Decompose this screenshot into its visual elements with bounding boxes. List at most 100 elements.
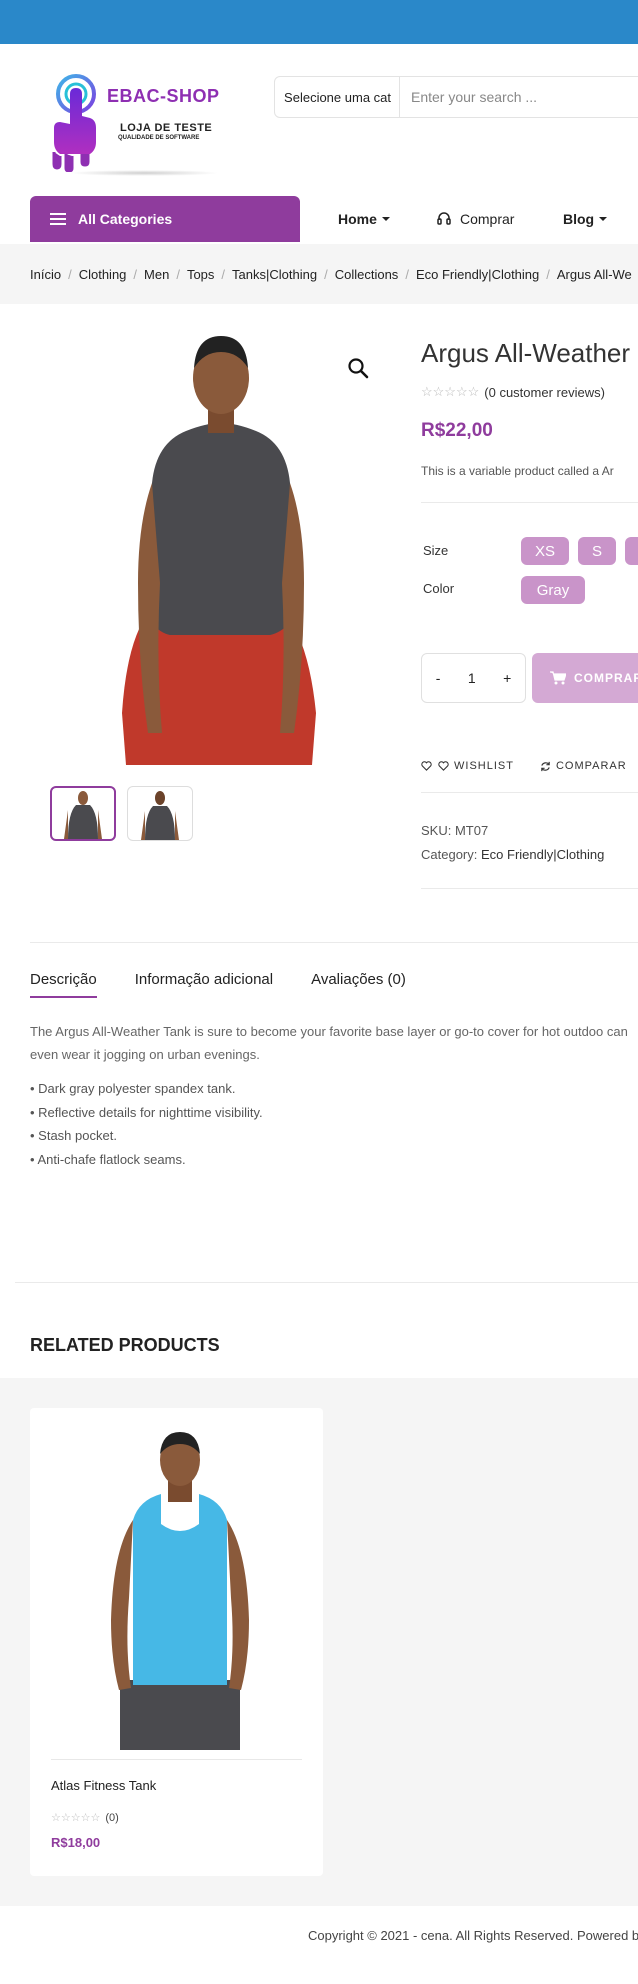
breadcrumb-separator: / bbox=[221, 266, 226, 282]
product-actions: WISHLIST COMPARAR bbox=[421, 760, 627, 772]
product-card[interactable]: Atlas Fitness Tank ☆☆☆☆☆ (0) R$18,00 bbox=[30, 1408, 323, 1876]
logo-tagline: QUALIDADE DE SOFTWARE bbox=[118, 135, 200, 141]
heart-icon bbox=[438, 761, 449, 771]
product-card-price: R$18,00 bbox=[51, 1835, 101, 1850]
footer-copyright: Copyright © 2021 - cena. All Rights Rese… bbox=[308, 1928, 638, 1943]
product-price: R$22,00 bbox=[421, 420, 493, 441]
qty-decrease-button[interactable]: - bbox=[436, 670, 441, 686]
product-card-image[interactable] bbox=[95, 1430, 265, 1750]
breadcrumb-separator: / bbox=[546, 266, 550, 282]
product-card-name[interactable]: Atlas Fitness Tank bbox=[51, 1778, 156, 1793]
product-thumbnail[interactable] bbox=[50, 786, 116, 841]
size-option-more[interactable] bbox=[625, 537, 638, 565]
nav-home[interactable]: Home bbox=[338, 196, 390, 242]
product-title: Argus All-Weather bbox=[421, 338, 631, 368]
thumbnail-image bbox=[64, 791, 102, 839]
product-short-description: This is a variable product called a Ar bbox=[421, 464, 614, 478]
qty-increase-button[interactable]: + bbox=[503, 670, 511, 686]
product-main-image[interactable] bbox=[112, 333, 330, 765]
nav-blog[interactable]: Blog bbox=[563, 196, 608, 242]
breadcrumb: Início / Clothing / Men / Tops / Tanks|Cloth… bbox=[30, 244, 632, 304]
qty-value[interactable]: 1 bbox=[468, 670, 476, 686]
description-bullet: • Stash pocket. bbox=[30, 1128, 117, 1143]
star-rating-icon: ☆☆☆☆☆ bbox=[421, 384, 480, 399]
tab-additional-info[interactable]: Informação adicional bbox=[135, 971, 273, 998]
product-card-rating: ☆☆☆☆☆ (0) bbox=[51, 1811, 119, 1825]
breadcrumb-current: Argus All-We bbox=[556, 266, 632, 282]
breadcrumb-item[interactable]: Clothing bbox=[79, 267, 127, 282]
size-label: Size bbox=[423, 543, 449, 558]
logo-subtitle: LOJA DE TESTE bbox=[120, 122, 213, 134]
nav-blog-label: Blog bbox=[563, 211, 595, 227]
category-label: Category: bbox=[421, 847, 478, 862]
breadcrumb-item[interactable]: Men bbox=[144, 267, 169, 282]
compare-button[interactable]: COMPARAR bbox=[540, 760, 627, 772]
tab-reviews[interactable]: Avaliações (0) bbox=[311, 971, 406, 998]
heart-icon bbox=[421, 761, 432, 771]
breadcrumb-separator: / bbox=[68, 266, 72, 282]
nav-buy-label: Comprar bbox=[460, 211, 515, 227]
related-products-title: RELATED PRODUCTS bbox=[30, 1335, 220, 1355]
top-bar bbox=[0, 0, 638, 44]
divider bbox=[30, 942, 638, 943]
thumbnail-image bbox=[141, 791, 179, 840]
product-sku: SKU: MT07 bbox=[421, 823, 489, 838]
breadcrumb-separator: / bbox=[133, 266, 138, 282]
star-rating-icon: ☆☆☆☆☆ bbox=[51, 1812, 101, 1824]
divider bbox=[51, 1759, 302, 1760]
menu-icon bbox=[50, 213, 66, 225]
divider bbox=[421, 888, 638, 889]
category-link[interactable]: Eco Friendly|Clothing bbox=[481, 847, 604, 862]
headset-icon bbox=[437, 212, 451, 225]
site-logo[interactable]: EBAC-SHOP LOJA DE TESTE QUALIDADE DE SOF… bbox=[44, 72, 224, 177]
product-card-review-count: (0) bbox=[105, 1811, 119, 1824]
zoom-icon[interactable] bbox=[346, 356, 370, 380]
description-bullet: • Reflective details for nighttime visib… bbox=[30, 1105, 263, 1120]
divider bbox=[421, 792, 638, 793]
size-option-xs[interactable]: XS bbox=[521, 537, 569, 565]
description-bullet: • Dark gray polyester spandex tank. bbox=[30, 1081, 236, 1096]
breadcrumb-separator: / bbox=[405, 266, 409, 282]
wishlist-label: WISHLIST bbox=[454, 760, 514, 772]
search-bar: Selecione uma cat bbox=[274, 76, 638, 118]
breadcrumb-item[interactable]: Tops bbox=[187, 267, 214, 282]
product-category: Category: Eco Friendly|Clothing bbox=[421, 847, 604, 862]
add-to-cart-button[interactable]: COMPRAR bbox=[532, 653, 638, 703]
chevron-down-icon bbox=[599, 217, 608, 221]
description-bullet: • Anti-chafe flatlock seams. bbox=[30, 1152, 186, 1167]
hand-logo-icon bbox=[52, 74, 96, 172]
color-label: Color bbox=[423, 581, 455, 596]
nav-home-label: Home bbox=[338, 211, 377, 227]
logo-shadow bbox=[69, 170, 219, 176]
compare-label: COMPARAR bbox=[555, 760, 627, 772]
description-paragraph: The Argus All-Weather Tank is sure to be… bbox=[30, 1024, 628, 1062]
chevron-down-icon bbox=[381, 217, 390, 221]
search-category-select[interactable]: Selecione uma cat bbox=[275, 77, 400, 117]
logo-title: EBAC-SHOP bbox=[107, 86, 220, 106]
product-rating: ☆☆☆☆☆ (0 customer reviews) bbox=[421, 384, 605, 400]
quantity-stepper: - 1 + bbox=[421, 653, 526, 703]
breadcrumb-separator: / bbox=[324, 266, 328, 282]
refresh-icon bbox=[541, 761, 550, 771]
breadcrumb-bar: Início / Clothing / Men / Tops / Tanks|Cloth… bbox=[0, 244, 638, 304]
breadcrumb-separator: / bbox=[176, 266, 180, 282]
review-count-link[interactable]: (0 customer reviews) bbox=[484, 385, 605, 400]
product-tabs: Descrição Informação adicional Avaliaçõe… bbox=[30, 971, 444, 998]
tab-description[interactable]: Descrição bbox=[30, 971, 97, 998]
breadcrumb-item[interactable]: Início bbox=[30, 267, 61, 282]
all-categories-label: All Categories bbox=[78, 211, 173, 227]
color-option-gray[interactable]: Gray bbox=[521, 576, 585, 604]
breadcrumb-item[interactable]: Eco Friendly|Clothing bbox=[416, 267, 539, 282]
size-option-s[interactable]: S bbox=[578, 537, 616, 565]
breadcrumb-item[interactable]: Collections bbox=[335, 267, 399, 282]
nav-buy[interactable]: Comprar bbox=[436, 196, 514, 242]
wishlist-button[interactable]: WISHLIST bbox=[421, 760, 514, 772]
cart-icon bbox=[550, 671, 566, 685]
breadcrumb-item[interactable]: Tanks|Clothing bbox=[232, 267, 317, 282]
divider bbox=[421, 502, 638, 503]
product-thumbnail[interactable] bbox=[127, 786, 193, 841]
add-to-cart-label: COMPRAR bbox=[574, 671, 638, 685]
search-input[interactable] bbox=[400, 77, 638, 117]
divider bbox=[15, 1282, 638, 1283]
all-categories-button[interactable]: All Categories bbox=[30, 196, 300, 242]
